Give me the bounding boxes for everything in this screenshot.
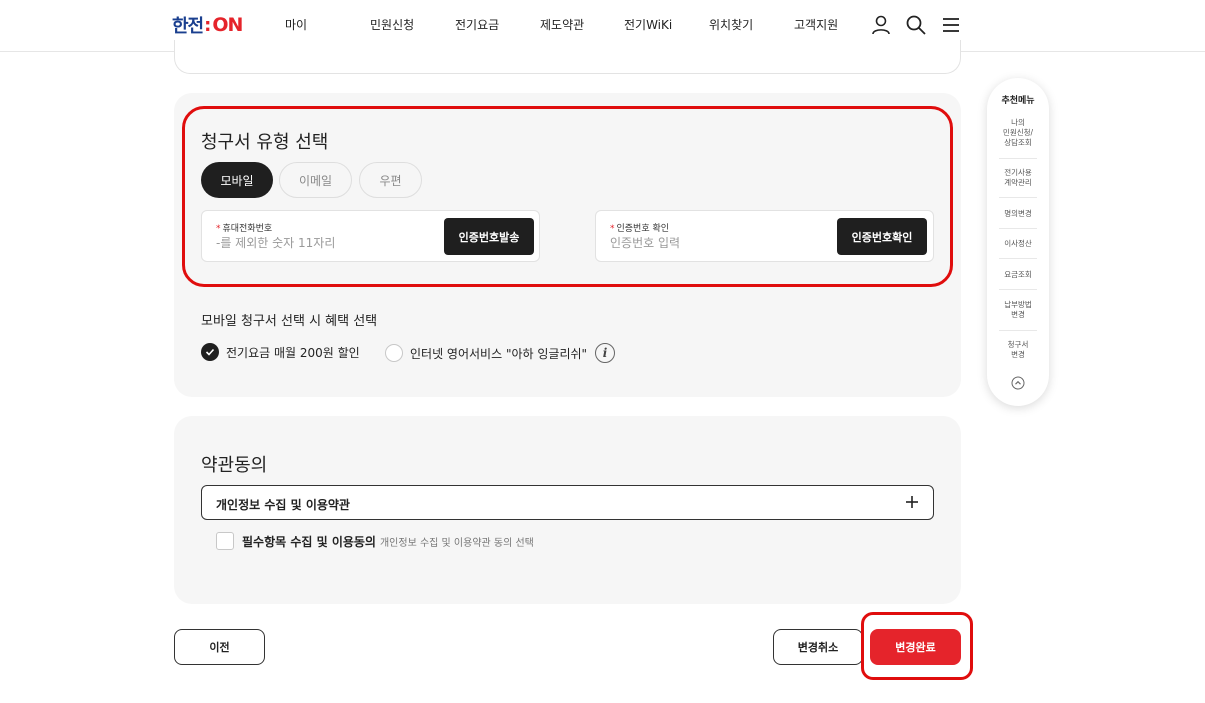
nav-my[interactable]: 마이	[285, 16, 307, 33]
nav-policy-terms[interactable]: 제도약관	[540, 16, 584, 33]
consent-sublabel: 개인정보 수집 및 이용약관 동의 선택	[379, 537, 534, 549]
code-field-label: * 인증번호 확인	[610, 224, 670, 234]
tab-mobile[interactable]: 모바일	[201, 162, 273, 198]
side-item-contract[interactable]: 전기사용 계약관리	[997, 168, 1039, 188]
terms-title: 약관동의	[201, 455, 268, 476]
menu-icon[interactable]	[940, 14, 962, 36]
nav-civil-request[interactable]: 민원신청	[370, 16, 414, 33]
radio-checked-icon[interactable]	[201, 343, 219, 361]
nav-electric-wiki[interactable]: 전기WiKi	[624, 16, 672, 33]
send-code-button[interactable]: 인증번호발송	[444, 218, 534, 255]
side-divider	[999, 258, 1037, 259]
side-item-fee-inquiry[interactable]: 요금조회	[997, 270, 1039, 280]
logo-colon: :	[204, 14, 212, 36]
side-divider	[999, 289, 1037, 290]
side-divider	[999, 228, 1037, 229]
consent-label: 필수항목 수집 및 이용동의	[242, 534, 376, 549]
privacy-terms-accordion[interactable]: 개인정보 수집 및 이용약관	[201, 485, 934, 520]
benefit-option-english[interactable]: 인터넷 영어서비스 "아하 잉글리쉬" i	[385, 343, 616, 363]
required-consent-row[interactable]: 필수항목 수집 및 이용동의 개인정보 수집 및 이용약관 동의 선택	[216, 532, 534, 550]
benefit-option-english-label: 인터넷 영어서비스 "아하 잉글리쉬"	[410, 346, 588, 361]
tab-email[interactable]: 이메일	[279, 162, 352, 198]
info-icon[interactable]: i	[595, 343, 616, 363]
side-item-move-settle[interactable]: 이사정산	[997, 239, 1039, 249]
plus-icon[interactable]	[903, 493, 921, 511]
kepco-on-logo[interactable]: 한전 : ON	[172, 13, 243, 37]
user-icon[interactable]	[870, 14, 892, 36]
scroll-up-icon[interactable]	[1011, 376, 1025, 390]
verify-code-button[interactable]: 인증번호확인	[837, 218, 927, 255]
side-item-name-change[interactable]: 명의변경	[997, 209, 1039, 219]
accordion-label: 개인정보 수집 및 이용약관	[216, 498, 350, 512]
code-field: *인증번호 확인 인증번호확인	[595, 210, 934, 262]
benefit-option-discount[interactable]: 전기요금 매월 200원 할인	[201, 343, 360, 361]
side-item-bill-change[interactable]: 청구서 변경	[997, 340, 1039, 360]
benefit-title: 모바일 청구서 선택 시 혜택 선택	[201, 314, 378, 329]
side-item-payment-method[interactable]: 납부방법 변경	[997, 300, 1039, 320]
code-input[interactable]	[610, 236, 830, 250]
logo-text: 한전	[172, 16, 204, 37]
phone-field-label: * 휴대전화번호	[216, 224, 273, 234]
side-item-my-request[interactable]: 나의 민원신청/ 상담조회	[997, 118, 1039, 148]
side-divider	[999, 197, 1037, 198]
logo-on: ON	[212, 14, 243, 36]
side-divider	[999, 158, 1037, 159]
nav-location[interactable]: 위치찾기	[709, 16, 753, 33]
nav-customer-support[interactable]: 고객지원	[794, 16, 838, 33]
radio-unchecked-icon[interactable]	[385, 344, 403, 362]
previous-card-bottom	[174, 40, 961, 74]
consent-checkbox[interactable]	[216, 532, 234, 550]
phone-field: *휴대전화번호 인증번호발송	[201, 210, 540, 262]
complete-change-button[interactable]: 변경완료	[870, 629, 961, 665]
phone-input[interactable]	[216, 236, 436, 250]
side-menu-title: 추천메뉴	[1001, 96, 1035, 106]
prev-button[interactable]: 이전	[174, 629, 265, 665]
search-icon[interactable]	[905, 14, 927, 36]
bill-type-title: 청구서 유형 선택	[201, 132, 329, 153]
recommended-side-menu: 추천메뉴 나의 민원신청/ 상담조회 전기사용 계약관리 명의변경 이사정산 요…	[987, 78, 1049, 406]
nav-electric-fee[interactable]: 전기요금	[455, 16, 499, 33]
cancel-change-button[interactable]: 변경취소	[773, 629, 863, 665]
side-divider	[999, 330, 1037, 331]
tab-post[interactable]: 우편	[359, 162, 422, 198]
benefit-option-discount-label: 전기요금 매월 200원 할인	[226, 345, 360, 360]
